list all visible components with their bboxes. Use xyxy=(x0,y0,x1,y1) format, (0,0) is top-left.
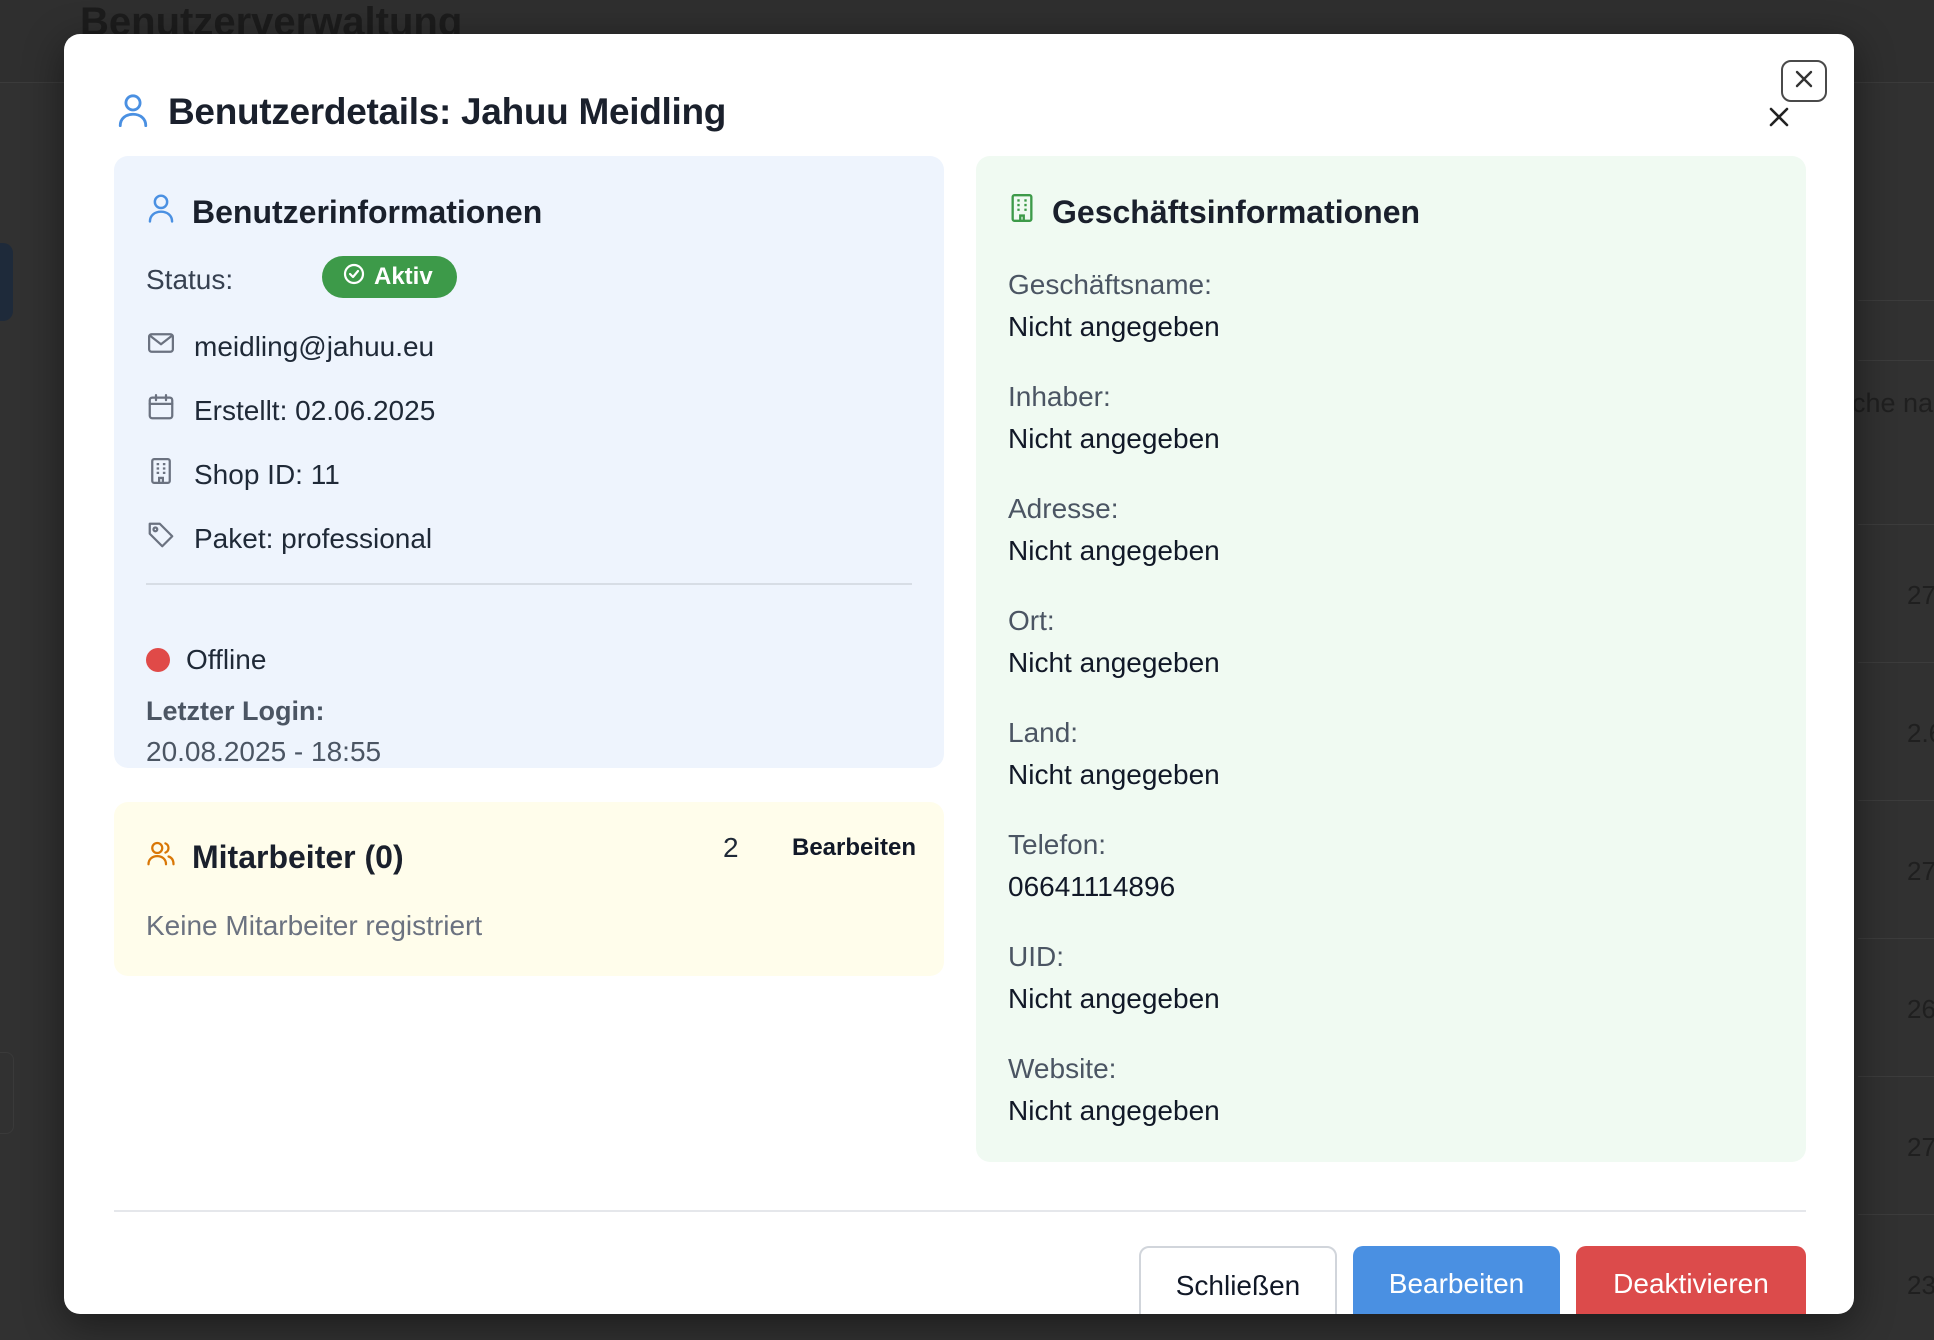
user-card-divider xyxy=(146,583,912,585)
close-icon xyxy=(1793,68,1815,95)
field-value: Nicht angegeben xyxy=(1008,311,1220,342)
building-icon xyxy=(146,456,176,493)
package-value: Paket: professional xyxy=(194,522,433,554)
field-country: Land: Nicht angegeben xyxy=(1008,716,1220,792)
last-login-value: 20.08.2025 - 18:55 xyxy=(146,736,382,767)
field-label: Geschäftsname: xyxy=(1008,269,1212,300)
field-phone: Telefon: 06641114896 xyxy=(1008,828,1175,904)
footer-divider xyxy=(114,1210,1806,1212)
status-dot xyxy=(146,648,170,672)
field-label: Land: xyxy=(1008,717,1079,748)
background-divider xyxy=(1858,1076,1934,1077)
background-row-number: 26 xyxy=(1907,994,1934,1024)
user-info-card: Benutzerinformationen Status: Aktiv meid… xyxy=(114,156,944,768)
background-divider xyxy=(1858,360,1934,361)
status-badge: Aktiv xyxy=(322,256,457,298)
edit-user-button[interactable]: Bearbeiten xyxy=(1353,1246,1560,1314)
user-details-modal: Benutzerdetails: Jahuu Meidling Benutzer… xyxy=(64,34,1854,1314)
field-value: Nicht angegeben xyxy=(1008,759,1220,790)
tag-icon xyxy=(146,520,176,557)
package-row: Paket: professional xyxy=(146,520,432,557)
background-divider xyxy=(1858,938,1934,939)
background-divider xyxy=(1858,300,1934,301)
field-label: UID: xyxy=(1008,941,1064,972)
deactivate-user-button[interactable]: Deaktivieren xyxy=(1576,1246,1806,1314)
modal-title: Benutzerdetails: Jahuu Meidling xyxy=(168,91,727,132)
edit-staff-button[interactable]: Bearbeiten xyxy=(774,826,934,870)
staff-empty-text: Keine Mitarbeiter registriert xyxy=(146,910,483,941)
field-value: Nicht angegeben xyxy=(1008,647,1220,678)
background-search-text: che na xyxy=(1852,388,1934,418)
background-row-number: 23 xyxy=(1907,1270,1934,1300)
staff-count: 2 xyxy=(723,832,739,863)
email-row: meidling@jahuu.eu xyxy=(146,328,434,365)
staff-title-text: Mitarbeiter (0) xyxy=(192,838,404,875)
background-row-number: 27 xyxy=(1907,1132,1934,1162)
user-icon xyxy=(116,91,150,134)
close-button[interactable] xyxy=(1781,60,1827,102)
calendar-icon xyxy=(146,392,176,429)
created-row: Erstellt: 02.06.2025 xyxy=(146,392,435,429)
field-address: Adresse: Nicht angegeben xyxy=(1008,492,1220,568)
close-icon xyxy=(1767,105,1791,134)
shop-id-value: Shop ID: 11 xyxy=(194,458,340,490)
background-row-number: 2.6 xyxy=(1907,718,1934,748)
field-label: Website: xyxy=(1008,1053,1117,1084)
background-row-number: 27 xyxy=(1907,580,1934,610)
business-info-card: Geschäftsinformationen Geschäftsname: Ni… xyxy=(976,156,1806,1162)
field-label: Adresse: xyxy=(1008,493,1119,524)
last-login-label: Letzter Login: xyxy=(146,696,325,726)
modal-header: Benutzerdetails: Jahuu Meidling xyxy=(116,84,726,140)
business-info-title-text: Geschäftsinformationen xyxy=(1052,193,1421,230)
shop-id-row: Shop ID: 11 xyxy=(146,456,340,493)
background-sidebar-box xyxy=(0,1052,14,1134)
user-icon xyxy=(146,192,176,232)
field-value: Nicht angegeben xyxy=(1008,983,1220,1014)
background-sidebar-active-item xyxy=(0,243,13,321)
close-x-button[interactable] xyxy=(1764,104,1794,134)
background-divider xyxy=(1858,800,1934,801)
field-label: Telefon: xyxy=(1008,829,1107,860)
field-value: Nicht angegeben xyxy=(1008,535,1220,566)
field-value: Nicht angegeben xyxy=(1008,1095,1220,1126)
field-value: Nicht angegeben xyxy=(1008,423,1220,454)
status-badge-text: Aktiv xyxy=(374,263,433,290)
field-value: 06641114896 xyxy=(1008,871,1176,902)
business-info-title: Geschäftsinformationen xyxy=(1008,192,1420,232)
field-business-name: Geschäftsname: Nicht angegeben xyxy=(1008,268,1220,344)
email-value: meidling@jahuu.eu xyxy=(194,330,435,362)
online-status: Offline xyxy=(146,644,266,676)
background-divider xyxy=(1858,1214,1934,1215)
status-label: Status: xyxy=(146,264,234,295)
background-divider xyxy=(1858,662,1934,663)
close-dialog-button[interactable]: Schließen xyxy=(1139,1246,1337,1314)
user-info-title: Benutzerinformationen xyxy=(146,192,542,232)
user-info-title-text: Benutzerinformationen xyxy=(192,193,543,230)
building-icon xyxy=(1008,192,1036,232)
field-owner: Inhaber: Nicht angegeben xyxy=(1008,380,1220,456)
background-row-number: 27 xyxy=(1907,856,1934,886)
users-icon xyxy=(146,838,176,876)
field-uid: UID: Nicht angegeben xyxy=(1008,940,1220,1016)
field-label: Ort: xyxy=(1008,605,1055,636)
background-divider xyxy=(1858,524,1934,525)
check-circle-icon xyxy=(342,262,366,293)
staff-title: Mitarbeiter (0) xyxy=(146,838,404,876)
field-city: Ort: Nicht angegeben xyxy=(1008,604,1220,680)
mail-icon xyxy=(146,328,176,365)
online-status-text: Offline xyxy=(186,644,267,675)
field-label: Inhaber: xyxy=(1008,381,1111,412)
created-value: Erstellt: 02.06.2025 xyxy=(194,394,436,426)
staff-card: Mitarbeiter (0) 2 Bearbeiten Keine Mitar… xyxy=(114,802,944,976)
field-website: Website: Nicht angegeben xyxy=(1008,1052,1220,1128)
